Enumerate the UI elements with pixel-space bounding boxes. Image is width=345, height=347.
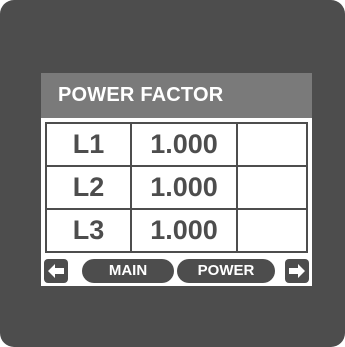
arrow-right-icon xyxy=(289,264,305,278)
page-title: POWER FACTOR xyxy=(41,73,312,118)
phase-label: L1 xyxy=(45,122,132,167)
meter-bezel: POWER FACTOR L1 1.000 L2 1.000 L3 1.000 xyxy=(0,0,345,347)
main-button[interactable]: MAIN xyxy=(82,259,174,283)
display-screen: POWER FACTOR L1 1.000 L2 1.000 L3 1.000 xyxy=(41,73,312,286)
next-page-button[interactable] xyxy=(285,259,309,283)
prev-page-button[interactable] xyxy=(44,259,68,283)
readings-table: L1 1.000 L2 1.000 L3 1.000 xyxy=(45,122,308,253)
phase-label: L2 xyxy=(45,165,132,210)
empty-cell xyxy=(236,208,308,253)
table-row: L3 1.000 xyxy=(45,208,308,253)
phase-label: L3 xyxy=(45,208,132,253)
nav-bar: MAIN POWER xyxy=(41,256,312,286)
table-row: L1 1.000 xyxy=(45,122,308,167)
empty-cell xyxy=(236,165,308,210)
power-button[interactable]: POWER xyxy=(177,259,275,283)
power-factor-value: 1.000 xyxy=(130,122,238,167)
empty-cell xyxy=(236,122,308,167)
table-row: L2 1.000 xyxy=(45,165,308,210)
arrow-left-icon xyxy=(48,264,64,278)
power-factor-value: 1.000 xyxy=(130,208,238,253)
power-factor-value: 1.000 xyxy=(130,165,238,210)
